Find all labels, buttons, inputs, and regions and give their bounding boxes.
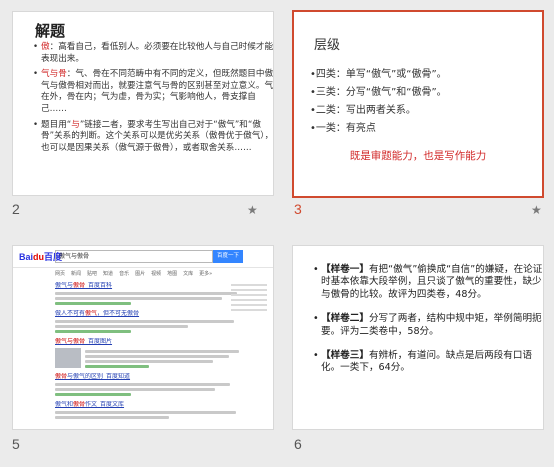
sample-tag: 【样卷一】 — [321, 264, 369, 275]
bullet-item: • 【样卷二】分写了两者，结构中规中矩，举例简明扼要。评为二类卷中，58分。 — [313, 313, 543, 338]
bullet-lead: 傲 — [41, 42, 50, 52]
slide-number: 2 — [12, 201, 20, 217]
star-icon[interactable]: ★ — [531, 203, 542, 217]
result-image — [55, 348, 81, 368]
bullet-item: • 题目用“与”链接二者，要求考生写出自己对于“傲气”和“傲骨”关系的判断。这个… — [33, 119, 273, 155]
star-icon[interactable]: ★ — [247, 203, 258, 217]
tab-news: 新闻 — [71, 271, 82, 277]
sample-tag: 【样卷二】 — [321, 313, 369, 325]
tab-video: 视频 — [151, 271, 162, 277]
slide-footer-note: 既是审题能力，也是写作能力 — [349, 150, 487, 162]
search-results: 傲气与傲骨_百度百科 做人不可有傲气，但不可无傲骨 傲气与傲骨_百度图片 傲骨与… — [55, 282, 245, 424]
tab-music: 音乐 — [119, 271, 130, 277]
slide-number: 3 — [294, 201, 302, 217]
slide-thumbnail-5[interactable]: Baidu百度 傲气与傲骨 百度一下 网页 新闻 贴吧 知道 音乐 图片 视频 地图 文库 更多»… — [12, 245, 274, 430]
tab-zhidao: 知道 — [103, 271, 114, 277]
result-title: 做人不可有傲气，但不可无傲骨 — [55, 310, 140, 317]
bullet-icon: • — [313, 313, 319, 325]
tab-tieba: 贴吧 — [87, 271, 98, 277]
search-result: 傲骨与傲气的区别_百度知道 — [55, 373, 245, 396]
sample-tag: 【样卷三】 — [321, 350, 369, 362]
search-result: 做人不可有傲气，但不可无傲骨 — [55, 310, 245, 333]
slide-thumbnail-6[interactable]: • 【样卷一】有把“傲气”偷换成“自信”的嫌疑，在论证时基本依靠大段举例，且只谈… — [292, 245, 544, 430]
bullet-item: • 气与骨：气、骨在不同范畴中有不同的定义，但既然题目中傲气与傲骨相对而出，就要… — [33, 69, 274, 115]
bullet-item: • 【样卷一】有把“傲气”偷换成“自信”的嫌疑，在论证时基本依靠大段举例，且只谈… — [313, 264, 543, 301]
tab-images: 图片 — [135, 271, 146, 277]
search-result: 傲气和傲骨作文_百度文库 — [55, 401, 245, 419]
bullet-lead: 气与骨 — [41, 69, 67, 80]
bullet-item: • 傲：高看自己，看低别人。必须要在比较他人与自己时候才能表现出来。 — [33, 42, 274, 65]
bullet-icon: • — [313, 350, 319, 362]
result-title: 傲气和傲骨作文_百度文库 — [55, 401, 125, 408]
slide-title: 层级 — [314, 38, 341, 53]
search-sidebar — [231, 284, 267, 314]
bullet-item: •二类：写出两者关系。 — [310, 105, 416, 116]
bullet-text: ：高看自己，看低别人。必须要在比较他人与自己时候才能表现出来。 — [41, 42, 274, 64]
search-header: Baidu百度 傲气与傲骨 百度一下 — [13, 246, 273, 268]
bullet-item: •一类：有亮点 — [310, 123, 376, 134]
slide-thumbnail-3[interactable]: 层级 •四类：单写“傲气”或“傲骨”。 •三类：分写“傲气”和“傲骨”。 •二类… — [292, 10, 544, 198]
slide-body: • 【样卷一】有把“傲气”偷换成“自信”的嫌疑，在论证时基本依靠大段举例，且只谈… — [313, 264, 543, 387]
tab-more: 更多» — [199, 271, 213, 277]
bullet-item: • 【样卷三】有辨析，有道问。缺点是后两段有口语化。一类下，64分。 — [313, 350, 543, 375]
slide-body: • 傲：高看自己，看低别人。必须要在比较他人与自己时候才能表现出来。 • 气与骨… — [33, 42, 274, 158]
result-title: 傲气与傲骨_百度百科 — [55, 282, 113, 289]
bullet-prefix: 题目用“ — [41, 119, 72, 130]
slide-number: 6 — [294, 436, 302, 452]
tab-map: 地图 — [167, 271, 178, 277]
bullet-text: ：气、骨在不同范畴中有不同的定义，但既然题目中傲气与傲骨相对而出，就要注意气与骨… — [41, 69, 274, 114]
bullet-icon: • — [33, 42, 39, 52]
bullet-icon: • — [33, 69, 39, 80]
search-result: 傲气与傲骨_百度百科 — [55, 282, 245, 305]
bullet-icon: • — [313, 264, 319, 275]
slide-thumbnail-2[interactable]: 解题 • 傲：高看自己，看低别人。必须要在比较他人与自己时候才能表现出来。 • … — [12, 11, 274, 196]
tab-web: 网页 — [55, 271, 66, 277]
bullet-icon: • — [33, 119, 39, 130]
bullet-highlight: 与 — [71, 119, 80, 130]
search-tabs: 网页 新闻 贴吧 知道 音乐 图片 视频 地图 文库 更多» — [55, 270, 218, 277]
result-title: 傲气与傲骨_百度图片 — [55, 338, 113, 345]
bullet-item: •四类：单写“傲气”或“傲骨”。 — [310, 69, 447, 80]
slide-number: 5 — [12, 436, 20, 452]
search-result: 傲气与傲骨_百度图片 — [55, 338, 245, 368]
bullet-item: •三类：分写“傲气”和“傲骨”。 — [310, 87, 447, 98]
search-input: 傲气与傲骨 — [55, 250, 213, 263]
slide-body: •四类：单写“傲气”或“傲骨”。 •三类：分写“傲气”和“傲骨”。 •二类：写出… — [310, 66, 540, 138]
tab-wenku: 文库 — [183, 271, 194, 277]
search-button: 百度一下 — [213, 250, 243, 263]
slide-title: 解题 — [35, 22, 66, 40]
result-title: 傲骨与傲气的区别_百度知道 — [55, 373, 131, 380]
